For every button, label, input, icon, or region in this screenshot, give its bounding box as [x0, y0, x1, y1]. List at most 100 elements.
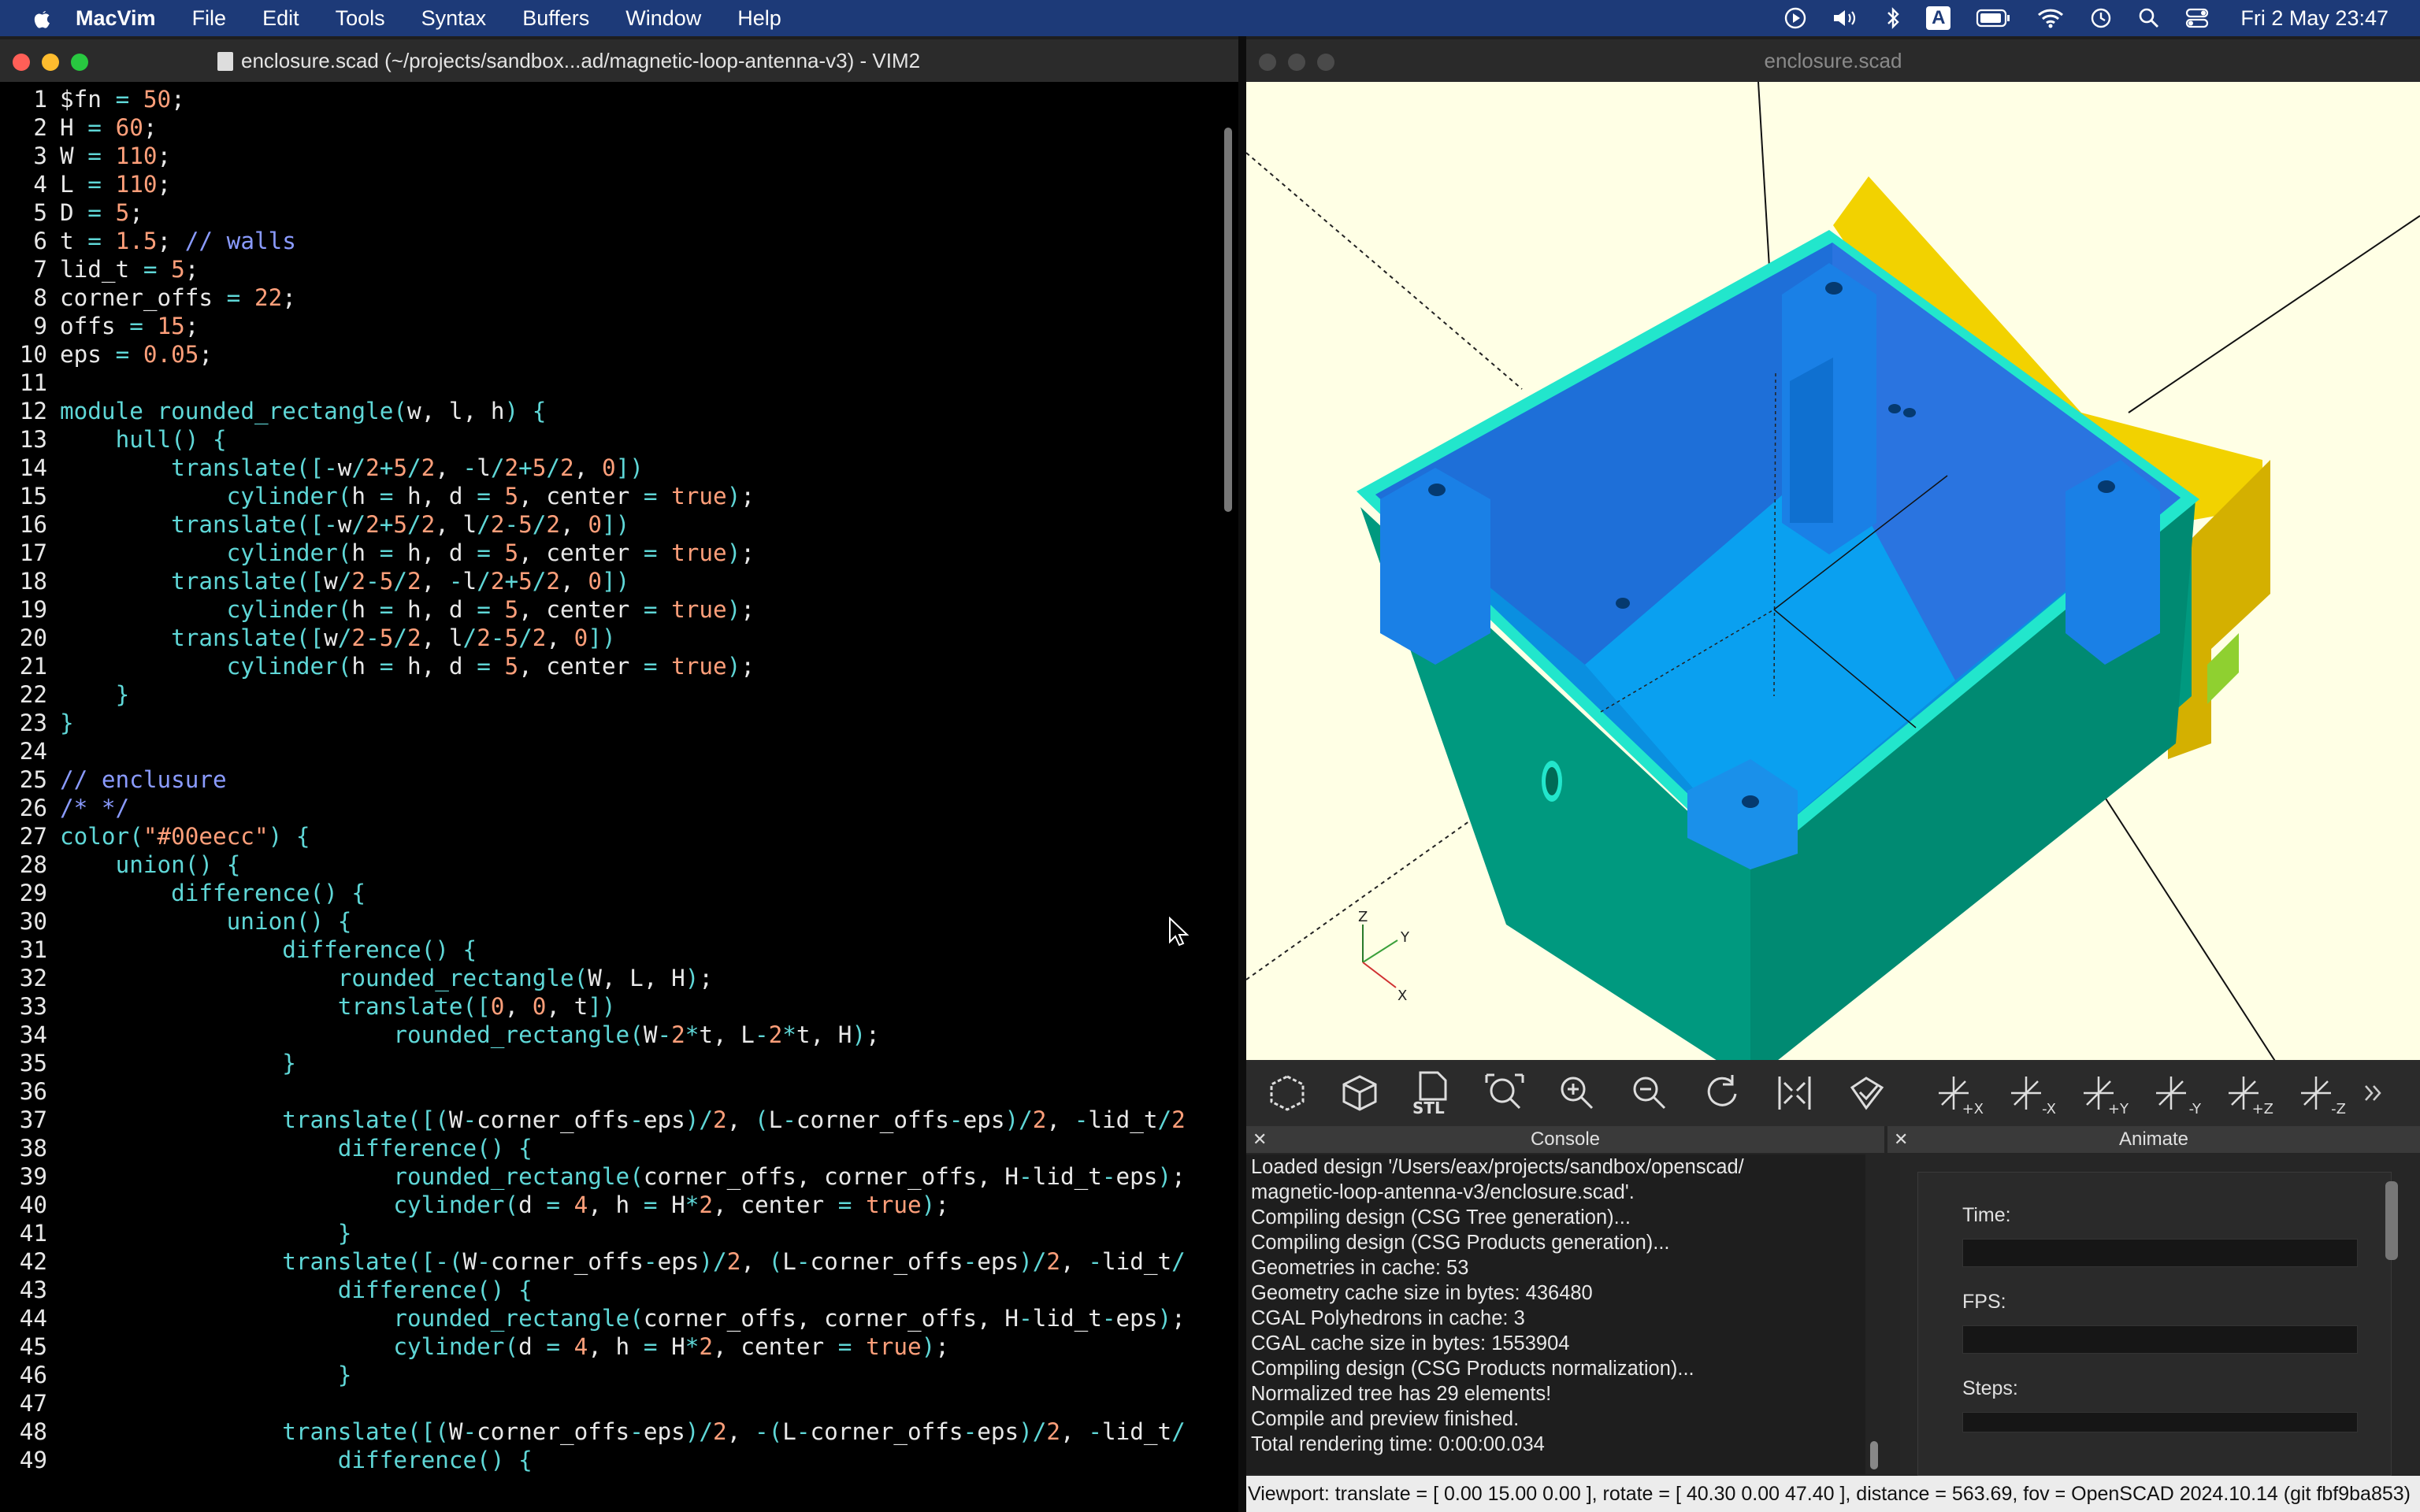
code-text[interactable]: union() { [60, 907, 1213, 936]
bluetooth-icon[interactable] [1885, 6, 1901, 30]
code-text[interactable]: } [60, 680, 1213, 709]
close-window-button[interactable] [13, 54, 30, 71]
code-line[interactable]: 15 cylinder(h = h, d = 5, center = true)… [0, 482, 1213, 510]
search-icon[interactable] [2138, 7, 2160, 29]
code-line[interactable]: 29 difference() { [0, 879, 1213, 907]
code-text[interactable] [60, 369, 1213, 397]
code-line[interactable]: 7 lid_t = 5; [0, 255, 1213, 284]
time-input[interactable] [1962, 1239, 2358, 1267]
code-line[interactable]: 34 rounded_rectangle(W-2*t, L-2*t, H); [0, 1021, 1213, 1049]
menu-app-name[interactable]: MacVim [76, 6, 156, 31]
fps-input[interactable] [1962, 1325, 2358, 1354]
console-scrollbar[interactable] [1869, 1154, 1880, 1474]
editor-scrollbar[interactable] [1223, 87, 1234, 1504]
code-line[interactable]: 17 cylinder(h = h, d = 5, center = true)… [0, 539, 1213, 567]
3d-viewport[interactable]: Z Y X [1246, 82, 2420, 1102]
code-line[interactable]: 37 translate([(W-corner_offs-eps)/2, (L-… [0, 1106, 1213, 1134]
render-button[interactable] [1256, 1065, 1319, 1121]
code-line[interactable]: 42 translate([-(W-corner_offs-eps)/2, (L… [0, 1247, 1213, 1276]
code-text[interactable]: cylinder(h = h, d = 5, center = true); [60, 539, 1213, 567]
code-text[interactable]: translate([-(W-corner_offs-eps)/2, (L-co… [60, 1247, 1213, 1276]
code-text[interactable]: $fn = 50; [60, 85, 1213, 113]
view-all-button[interactable] [1473, 1065, 1536, 1121]
code-text[interactable]: } [60, 1361, 1213, 1389]
menu-buffers[interactable]: Buffers [522, 6, 589, 31]
code-text[interactable]: t = 1.5; // walls [60, 227, 1213, 255]
zoom-in-button[interactable] [1546, 1065, 1609, 1121]
code-line[interactable]: 39 rounded_rectangle(corner_offs, corner… [0, 1162, 1213, 1191]
console-output[interactable]: Loaded design '/Users/eax/projects/sandb… [1246, 1154, 1865, 1474]
code-line[interactable]: 45 cylinder(d = 4, h = H*2, center = tru… [0, 1332, 1213, 1361]
code-text[interactable]: rounded_rectangle(W-2*t, L-2*t, H); [60, 1021, 1213, 1049]
show-axes-button[interactable] [1835, 1065, 1899, 1121]
code-line[interactable]: 41 } [0, 1219, 1213, 1247]
code-line[interactable]: 30 union() { [0, 907, 1213, 936]
code-line[interactable]: 22 } [0, 680, 1213, 709]
code-line[interactable]: 32 rounded_rectangle(W, L, H); [0, 964, 1213, 992]
code-line[interactable]: 16 translate([-w/2+5/2, l/2-5/2, 0]) [0, 510, 1213, 539]
code-line[interactable]: 35 } [0, 1049, 1213, 1077]
code-text[interactable]: cylinder(h = h, d = 5, center = true); [60, 652, 1213, 680]
control-center-icon[interactable] [2185, 7, 2209, 29]
code-text[interactable]: corner_offs = 22; [60, 284, 1213, 312]
export-stl-button[interactable]: STL [1401, 1065, 1464, 1121]
menu-window[interactable]: Window [625, 6, 701, 31]
view-left-button[interactable]: -X [1995, 1065, 2058, 1121]
code-line[interactable]: 31 difference() { [0, 936, 1213, 964]
code-text[interactable]: translate([(W-corner_offs-eps)/2, (L-cor… [60, 1106, 1213, 1134]
code-line[interactable]: 10 eps = 0.05; [0, 340, 1213, 369]
preview-button[interactable] [1328, 1065, 1391, 1121]
code-text[interactable]: rounded_rectangle(W, L, H); [60, 964, 1213, 992]
code-text[interactable]: translate([w/2-5/2, l/2-5/2, 0]) [60, 624, 1213, 652]
code-text[interactable]: offs = 15; [60, 312, 1213, 340]
enclosure-model-render[interactable]: Z Y X [1246, 82, 2420, 1102]
code-text[interactable]: module rounded_rectangle(w, l, h) { [60, 397, 1213, 425]
code-text[interactable]: hull() { [60, 425, 1213, 454]
menu-syntax[interactable]: Syntax [421, 6, 487, 31]
code-text[interactable]: translate([w/2-5/2, -l/2+5/2, 0]) [60, 567, 1213, 595]
code-text[interactable]: // enclusure [60, 765, 1213, 794]
code-line[interactable]: 36 [0, 1077, 1213, 1106]
time-machine-icon[interactable] [2089, 6, 2113, 30]
code-line[interactable]: 24 [0, 737, 1213, 765]
media-play-icon[interactable] [1784, 7, 1806, 29]
menu-clock[interactable]: Fri 2 May 23:47 [2240, 6, 2388, 31]
close-window-button[interactable] [1259, 54, 1276, 71]
code-text[interactable]: rounded_rectangle(corner_offs, corner_of… [60, 1162, 1213, 1191]
code-line[interactable]: 43 difference() { [0, 1276, 1213, 1304]
keyboard-input-indicator[interactable]: A [1926, 6, 1951, 30]
animate-scrollbar[interactable] [2385, 1181, 2398, 1260]
volume-icon[interactable] [1832, 7, 1860, 29]
reset-view-button[interactable] [1691, 1065, 1754, 1121]
toolbar-overflow-button[interactable] [2357, 1065, 2388, 1121]
battery-icon[interactable] [1976, 8, 2012, 28]
code-line[interactable]: 23} [0, 709, 1213, 737]
code-text[interactable]: L = 110; [60, 170, 1213, 198]
code-line[interactable]: 28 union() { [0, 850, 1213, 879]
view-front-button[interactable]: -Y [2140, 1065, 2203, 1121]
menu-edit[interactable]: Edit [262, 6, 299, 31]
code-text[interactable]: translate([-w/2+5/2, -l/2+5/2, 0]) [60, 454, 1213, 482]
code-line[interactable]: 25 // enclusure [0, 765, 1213, 794]
view-right-button[interactable]: +X [1922, 1065, 1985, 1121]
code-text[interactable]: difference() { [60, 1446, 1213, 1474]
menu-help[interactable]: Help [737, 6, 781, 31]
minimize-window-button[interactable] [42, 54, 59, 71]
code-line[interactable]: 9 offs = 15; [0, 312, 1213, 340]
minimize-window-button[interactable] [1288, 54, 1305, 71]
code-line[interactable]: 1 $fn = 50; [0, 85, 1213, 113]
code-text[interactable]: } [60, 1049, 1213, 1077]
code-line[interactable]: 11 [0, 369, 1213, 397]
code-text[interactable]: cylinder(h = h, d = 5, center = true); [60, 595, 1213, 624]
code-line[interactable]: 44 rounded_rectangle(corner_offs, corner… [0, 1304, 1213, 1332]
code-line[interactable]: 46 } [0, 1361, 1213, 1389]
code-text[interactable]: color("#00eecc") { [60, 822, 1213, 850]
code-line[interactable]: 14 translate([-w/2+5/2, -l/2+5/2, 0]) [0, 454, 1213, 482]
code-text[interactable]: rounded_rectangle(corner_offs, corner_of… [60, 1304, 1213, 1332]
view-bottom-button[interactable]: -Z [2285, 1065, 2348, 1121]
code-text[interactable]: translate([0, 0, t]) [60, 992, 1213, 1021]
menu-file[interactable]: File [192, 6, 227, 31]
view-back-button[interactable]: +Y [2067, 1065, 2130, 1121]
code-text[interactable]: lid_t = 5; [60, 255, 1213, 284]
apple-icon[interactable] [30, 6, 54, 30]
